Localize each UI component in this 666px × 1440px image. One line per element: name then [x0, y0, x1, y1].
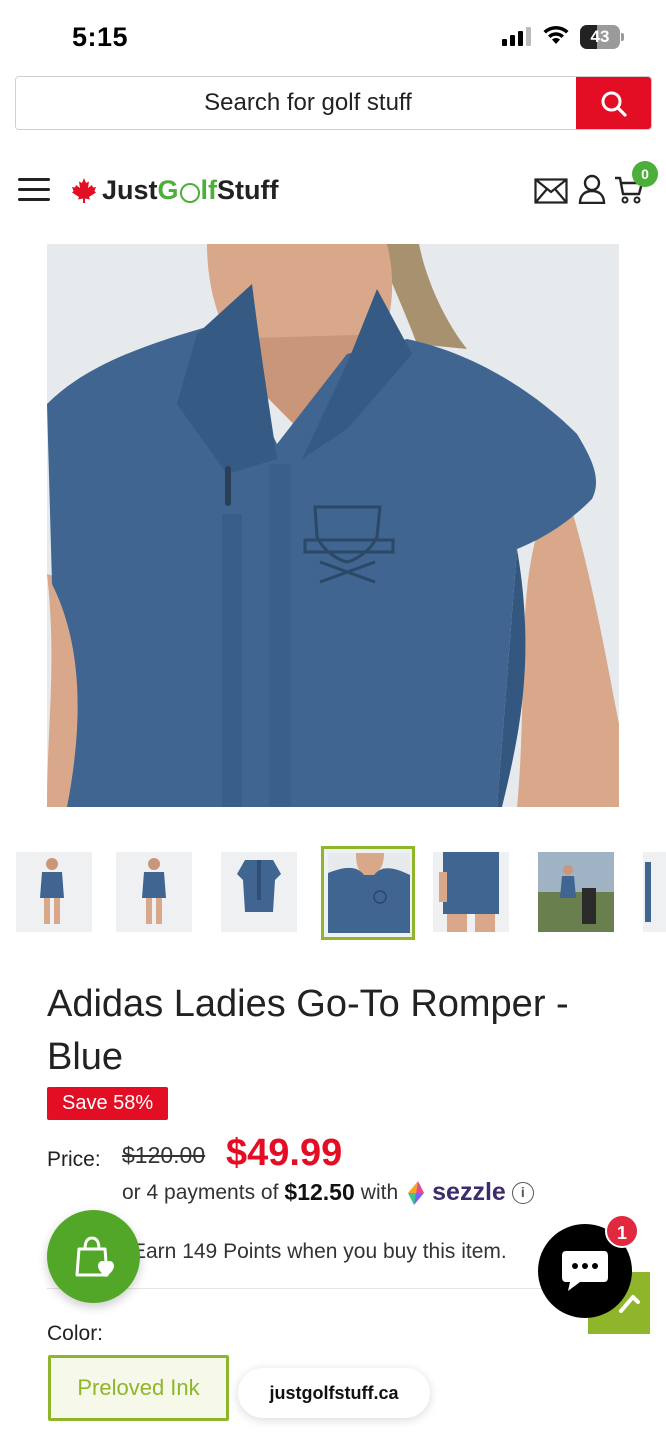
price-label: Price: [47, 1148, 101, 1171]
color-label: Color: [47, 1322, 104, 1345]
thumbnail-2[interactable] [116, 852, 192, 932]
search-button[interactable] [576, 77, 651, 129]
thumbnail-4-active[interactable] [321, 846, 415, 940]
battery-level: 43 [590, 27, 610, 46]
status-bar: 5:15 43 [0, 0, 666, 72]
installments-with: with [360, 1180, 399, 1204]
logo-text-stuff: Stuff [217, 174, 279, 205]
site-header: Just Glf Stuff [0, 150, 666, 230]
logo-text-lf: lf [200, 174, 218, 205]
thumbnail-5[interactable] [433, 852, 509, 932]
thumbnail-3[interactable] [221, 852, 297, 932]
save-badge: Save 58% [47, 1087, 169, 1120]
battery-indicator: 43 [580, 25, 624, 49]
chat-notification-badge: 1 [605, 1214, 639, 1248]
domain-pill: justgolfstuff.ca [238, 1368, 430, 1418]
search-input[interactable] [16, 77, 576, 129]
mail-icon[interactable] [534, 178, 568, 204]
status-time: 5:15 [72, 22, 129, 52]
thumbnail-strip [0, 846, 666, 940]
search-icon [601, 91, 627, 117]
original-price: $120.00 [122, 1142, 206, 1168]
golf-ball-icon [179, 183, 200, 203]
shopping-bag-heart-icon [75, 1235, 114, 1277]
logo-text-just: Just [102, 174, 158, 205]
cart-count-badge: 0 [632, 161, 658, 187]
color-option-selected[interactable]: Preloved Ink [48, 1355, 229, 1421]
maple-leaf-icon [72, 178, 96, 203]
installment-amount: $12.50 [284, 1179, 355, 1205]
product-main-image[interactable] [47, 244, 619, 807]
rewards-button[interactable] [47, 1210, 140, 1303]
sezzle-icon [408, 1180, 425, 1205]
account-icon[interactable] [578, 174, 606, 204]
divider [47, 1288, 619, 1289]
product-title: Adidas Ladies Go-To Romper - Blue [47, 983, 569, 1078]
site-logo[interactable]: Just Glf Stuff [70, 172, 279, 208]
thumbnail-6[interactable] [538, 852, 614, 932]
menu-icon[interactable] [18, 176, 50, 204]
chat-icon [562, 1251, 608, 1291]
logo-text-g: G [157, 174, 179, 205]
cellular-signal-icon [502, 27, 531, 46]
sezzle-logo[interactable]: sezzle [404, 1178, 506, 1207]
installments-info: or 4 payments of $12.50 with sezzle i [122, 1178, 534, 1207]
sale-price: $49.99 [226, 1132, 343, 1174]
sezzle-text: sezzle [432, 1178, 506, 1206]
search-bar [15, 76, 652, 130]
points-text: Earn 149 Points when you buy this item. [132, 1240, 507, 1263]
installments-prefix: or 4 payments of [122, 1180, 279, 1204]
info-icon[interactable]: i [511, 1181, 534, 1204]
wifi-icon [543, 25, 569, 44]
thumbnail-1[interactable] [16, 852, 92, 932]
product-photo [47, 244, 619, 807]
thumbnail-7[interactable] [643, 852, 666, 932]
